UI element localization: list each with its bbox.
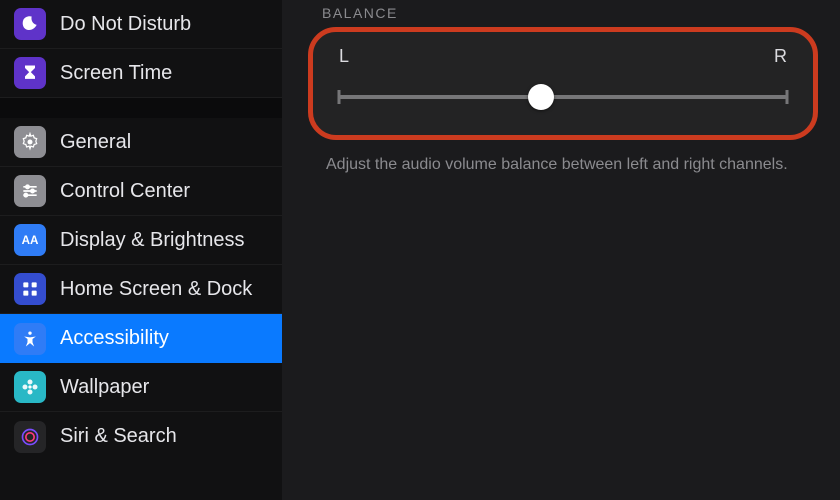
sidebar-item-siri-search[interactable]: Siri & Search: [0, 412, 282, 461]
grid-icon: [14, 273, 46, 305]
sidebar-group-spacer: [0, 98, 282, 118]
sidebar-item-label: Siri & Search: [60, 425, 268, 448]
sidebar-item-wallpaper[interactable]: Wallpaper: [0, 363, 282, 412]
svg-text:AA: AA: [22, 234, 39, 247]
moon-icon: [14, 8, 46, 40]
balance-description: Adjust the audio volume balance between …: [326, 156, 818, 174]
detail-pane: BALANCE L R Adjust the audio volume bala…: [282, 0, 840, 500]
sidebar-item-do-not-disturb[interactable]: Do Not Disturb: [0, 0, 282, 49]
siri-icon: [14, 421, 46, 453]
sidebar-item-control-center[interactable]: Control Center: [0, 167, 282, 216]
slider-track-line: [339, 95, 787, 99]
sidebar-item-label: Display & Brightness: [60, 229, 268, 252]
gear-icon: [14, 126, 46, 158]
flower-icon: [14, 371, 46, 403]
slider-tick-left: [338, 90, 341, 104]
balance-left-label: L: [339, 46, 349, 67]
sidebar-item-label: Wallpaper: [60, 376, 268, 399]
sidebar-item-screen-time[interactable]: Screen Time: [0, 49, 282, 98]
sidebar-item-general[interactable]: General: [0, 118, 282, 167]
sidebar-item-label: Home Screen & Dock: [60, 278, 268, 301]
sidebar-item-label: Accessibility: [60, 327, 268, 350]
slider-tick-right: [786, 90, 789, 104]
balance-slider-highlight: L R: [308, 27, 818, 140]
sidebar-item-accessibility[interactable]: Accessibility: [0, 314, 282, 363]
sliders-icon: [14, 175, 46, 207]
section-title-balance: BALANCE: [322, 5, 818, 21]
sidebar-item-label: Do Not Disturb: [60, 13, 268, 36]
hourglass-icon: [14, 57, 46, 89]
sidebar-item-label: General: [60, 131, 268, 154]
sidebar-item-display-brightness[interactable]: AA Display & Brightness: [0, 216, 282, 265]
brightness-icon: AA: [14, 224, 46, 256]
sidebar-item-label: Screen Time: [60, 62, 268, 85]
balance-right-label: R: [774, 46, 787, 67]
sidebar-item-home-screen-dock[interactable]: Home Screen & Dock: [0, 265, 282, 314]
settings-sidebar: Do Not Disturb Screen Time General Contr…: [0, 0, 282, 500]
accessibility-icon: [14, 323, 46, 355]
sidebar-item-label: Control Center: [60, 180, 268, 203]
balance-slider[interactable]: [339, 85, 787, 109]
slider-thumb[interactable]: [528, 84, 554, 110]
